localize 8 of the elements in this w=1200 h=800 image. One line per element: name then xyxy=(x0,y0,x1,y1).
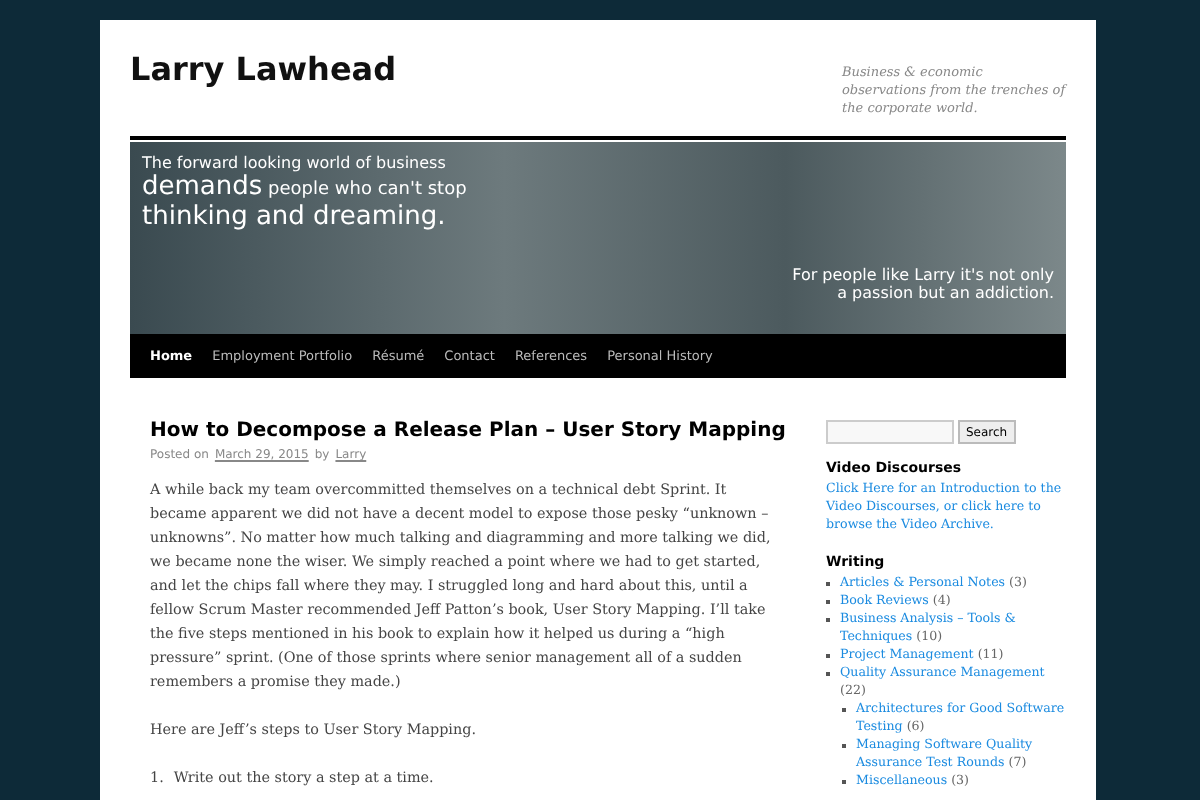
banner-text: The forward looking world of business xyxy=(142,154,446,172)
site-title[interactable]: Larry Lawhead xyxy=(130,50,397,136)
post-title[interactable]: How to Decompose a Release Plan – User Story Mapping xyxy=(150,420,786,442)
banner-text: thinking and dreaming. xyxy=(142,202,446,232)
search-field[interactable] xyxy=(826,420,954,444)
banner-text: For people like Larry it's not only xyxy=(792,266,1054,284)
banner-text: demands people who can't stop xyxy=(142,172,467,202)
banner-text: a passion but an addiction. xyxy=(837,284,1054,302)
